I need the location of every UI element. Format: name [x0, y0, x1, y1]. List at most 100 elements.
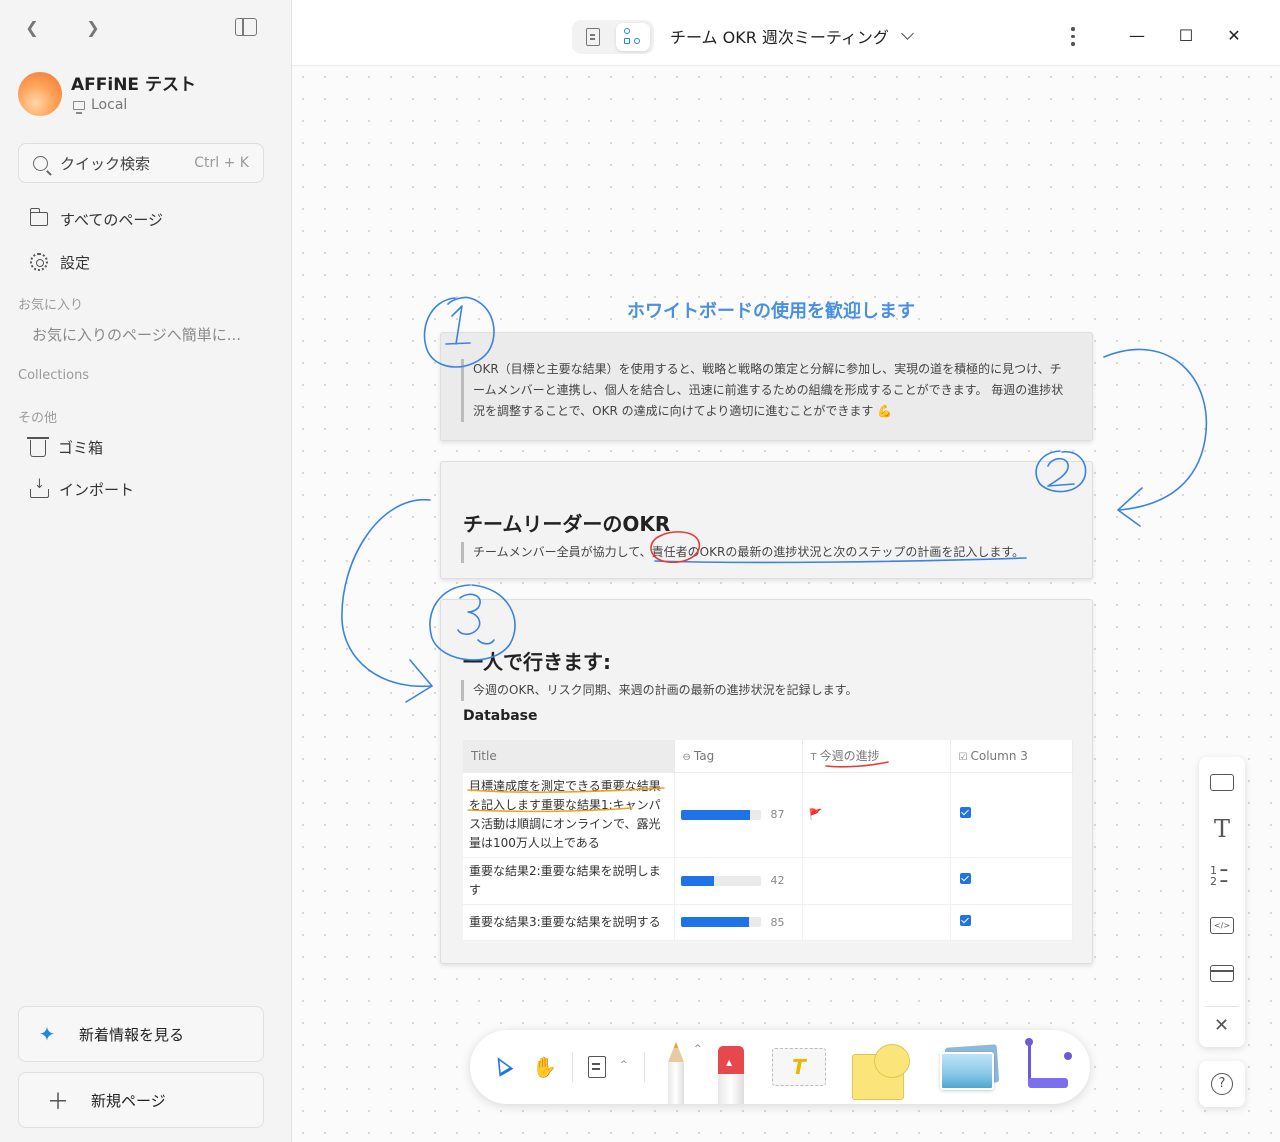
row-progress[interactable]: 42	[674, 857, 803, 905]
kebab-menu-icon[interactable]	[1071, 27, 1075, 47]
image-tool-icon[interactable]	[940, 1044, 1000, 1090]
edgeless-mode-button[interactable]	[616, 23, 650, 51]
shape-tool-icon[interactable]	[1210, 774, 1234, 791]
note-block-leader[interactable]: チームリーダーのOKR チームメンバー全員が協力して、責任者のOKRの最新の進捗…	[440, 461, 1093, 579]
toolbar-divider	[572, 1052, 573, 1082]
workspace-avatar[interactable]	[18, 72, 62, 116]
row-progress[interactable]: 87	[674, 772, 803, 858]
import-icon	[30, 477, 49, 498]
mode-switch	[572, 20, 654, 54]
sidebar-item-label: すべてのページ	[60, 210, 164, 229]
new-page-button[interactable]: ＋ 新規ページ	[18, 1072, 264, 1128]
collections-section-label[interactable]: Collections	[18, 368, 89, 383]
column-header-tag[interactable]: ⊖ Tag	[674, 740, 803, 773]
sidebar-item-label: インポート	[59, 480, 135, 499]
whats-new-button[interactable]: ✦ 新着情報を見る	[18, 1006, 264, 1062]
row-weekly-note[interactable]	[802, 857, 951, 905]
minimize-button[interactable]: —	[1125, 24, 1149, 48]
database-title[interactable]: Database	[463, 708, 538, 724]
chevron-up-icon[interactable]: ^	[694, 1044, 702, 1054]
sidebar-item-label: 設定	[60, 253, 91, 272]
chevron-down-icon[interactable]	[901, 27, 914, 40]
table-row[interactable]: 目標達成度を測定できる重要な結果を記入します重要な結果1:キャンパス活動は順調に…	[463, 772, 1073, 858]
column-header-title[interactable]: Title	[463, 740, 675, 773]
new-page-label: 新規ページ	[91, 1091, 166, 1110]
workspace-type-label: Local	[91, 97, 128, 113]
row-checkbox[interactable]	[950, 857, 1073, 905]
text-box-tool-icon[interactable]: T	[772, 1048, 826, 1086]
chevron-up-icon[interactable]: ^	[620, 1060, 628, 1070]
row-weekly-note[interactable]: 🚩	[802, 772, 951, 858]
help-icon: ?	[1211, 1073, 1233, 1095]
sticky-note-tool-icon[interactable]	[852, 1044, 910, 1100]
search-icon	[33, 155, 48, 171]
table-row[interactable]: 重要な結果3:重要な結果を説明する 85	[463, 904, 1073, 941]
embed-code-icon[interactable]: </>	[1210, 917, 1234, 934]
pen-tool-icon[interactable]	[666, 1042, 686, 1104]
progress-bar-fill	[680, 809, 751, 820]
row-title[interactable]: 重要な結果2:重要な結果を説明します	[463, 857, 675, 905]
computer-icon	[73, 100, 85, 114]
database-table: Title ⊖ Tag T 今週の進捗 ☑ Column 3 目標達成度を測定できる重…	[463, 740, 1073, 941]
back-arrow-icon[interactable]: ❮	[20, 16, 44, 40]
sidebar-item-all-pages[interactable]: すべてのページ	[29, 206, 164, 232]
gear-icon	[30, 253, 48, 271]
individual-quote[interactable]: 今週のOKR、リスク同期、来週の計画の最新の進捗状況を記録します。	[461, 680, 1065, 701]
numbered-list-icon[interactable]: 1 ━ 2 ━	[1210, 865, 1234, 889]
whats-new-label: 新着情報を見る	[79, 1025, 185, 1044]
checkbox-icon[interactable]	[959, 914, 971, 926]
column-header-weekly-progress[interactable]: T 今週の進捗	[802, 740, 951, 773]
sidebar-item-settings[interactable]: 設定	[30, 249, 90, 275]
help-button[interactable]: ?	[1199, 1061, 1245, 1107]
close-window-button[interactable]: ✕	[1222, 24, 1246, 48]
sidebar-item-trash[interactable]: ゴミ箱	[27, 434, 104, 460]
note-block-individual[interactable]: 一人で行きます: 今週のOKR、リスク同期、来週の計画の最新の進捗状況を記録しま…	[440, 599, 1093, 964]
eraser-tool-icon[interactable]	[718, 1046, 744, 1104]
individual-heading[interactable]: 一人で行きます:	[463, 646, 611, 675]
row-checkbox[interactable]	[950, 772, 1073, 858]
row-weekly-note[interactable]	[802, 904, 951, 941]
leader-quote[interactable]: チームメンバー全員が協力して、責任者のOKRの最新の進捗状況と次のステップの計画…	[461, 542, 1065, 563]
frame-template-icon[interactable]	[1210, 965, 1234, 982]
text-column-icon: T	[810, 752, 817, 764]
sidebar-toggle-icon[interactable]	[235, 18, 257, 36]
checkbox-column-icon: ☑	[958, 751, 968, 763]
intro-quote[interactable]: OKR（目標と主要な結果）を使用すると、戦略と戦略の策定と分解に参加し、実現の道…	[461, 359, 1065, 422]
workspace-name[interactable]: AFFiNE テスト	[71, 70, 196, 95]
bottom-toolbar: ✋ ^ ^ T	[470, 1030, 1090, 1104]
note-block-intro[interactable]: OKR（目標と主要な結果）を使用すると、戦略と戦略の策定と分解に参加し、実現の道…	[440, 332, 1093, 441]
maximize-button[interactable]: ☐	[1174, 24, 1198, 48]
table-row[interactable]: 重要な結果2:重要な結果を説明します 42	[463, 857, 1073, 905]
page-header: チーム OKR 週次ミーティング — ☐ ✕	[292, 0, 1280, 66]
progress-bar-fill	[680, 875, 715, 886]
trash-icon	[27, 437, 49, 457]
hand-tool-icon[interactable]: ✋	[532, 1055, 557, 1079]
quick-search-label: クイック検索	[60, 154, 151, 173]
checkbox-icon[interactable]	[959, 873, 971, 884]
text-tool-icon[interactable]: T	[1210, 817, 1234, 841]
row-title[interactable]: 重要な結果3:重要な結果を説明する	[463, 904, 675, 941]
leader-heading[interactable]: チームリーダーのOKR	[463, 508, 670, 537]
page-mode-button[interactable]	[576, 23, 610, 51]
close-icon[interactable]: ✕	[1214, 1015, 1229, 1036]
quick-search-button[interactable]: クイック検索 Ctrl + K	[18, 143, 264, 183]
sidebar-item-import[interactable]: インポート	[30, 476, 134, 502]
row-progress[interactable]: 85	[674, 904, 803, 941]
column-header-column3[interactable]: ☑ Column 3	[950, 740, 1073, 773]
frame-tool-icon[interactable]	[588, 1056, 606, 1078]
favorites-empty-hint[interactable]: お気に入りのページへ簡単に...	[32, 324, 241, 345]
welcome-title[interactable]: ホワイトボードの使用を歓迎します	[627, 297, 915, 323]
workspace-type: Local	[73, 97, 128, 114]
document-title-text: チーム OKR 週次ミーティング	[670, 28, 889, 47]
progress-bar-fill	[680, 917, 749, 927]
pointer-tool-icon[interactable]	[490, 1053, 514, 1077]
checkbox-icon[interactable]	[959, 807, 971, 818]
forward-arrow-icon[interactable]: ❯	[81, 16, 105, 40]
document-title[interactable]: チーム OKR 週次ミーティング	[670, 24, 914, 48]
row-title[interactable]: 目標達成度を測定できる重要な結果を記入します重要な結果1:キャンパス活動は順調に…	[463, 772, 675, 858]
edgeless-mode-icon	[624, 28, 642, 46]
row-checkbox[interactable]	[950, 904, 1073, 941]
quick-search-shortcut: Ctrl + K	[194, 155, 249, 171]
connector-tool-icon[interactable]	[1020, 1038, 1076, 1094]
sidebar-item-label: ゴミ箱	[58, 438, 104, 457]
